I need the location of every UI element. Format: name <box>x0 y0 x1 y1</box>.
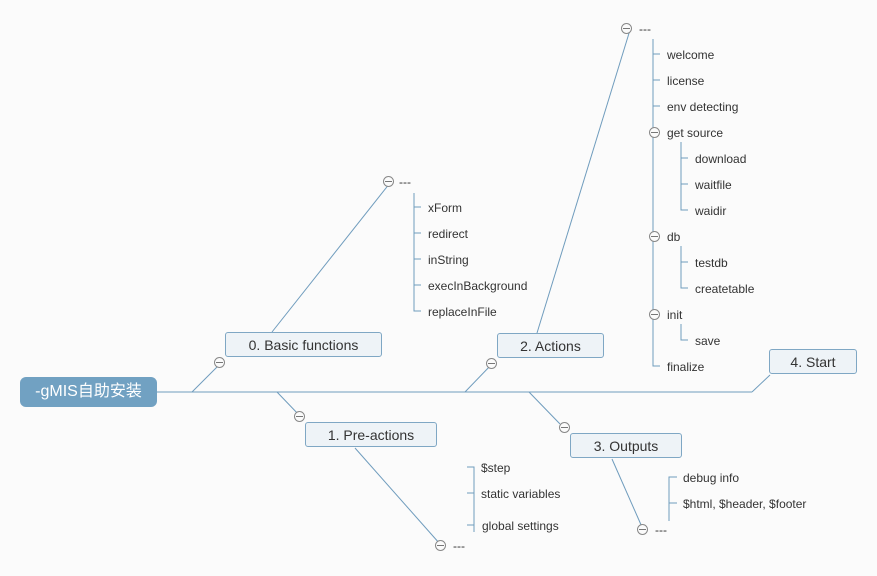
leaf-welcome[interactable]: welcome <box>667 48 714 62</box>
leaf-step[interactable]: $step <box>481 461 510 475</box>
group-label-pre: --- <box>453 539 465 553</box>
leaf-get-source[interactable]: get source <box>667 126 723 140</box>
collapse-actions-group-icon[interactable] <box>621 23 632 34</box>
root-topic[interactable]: -gMIS自助安装 <box>20 377 157 407</box>
leaf-createtable[interactable]: createtable <box>695 282 754 296</box>
leaf-waitfile[interactable]: waitfile <box>695 178 732 192</box>
topic-outputs[interactable]: 3. Outputs <box>570 433 682 458</box>
leaf-finalize[interactable]: finalize <box>667 360 704 374</box>
collapse-outputs-icon[interactable] <box>559 422 570 433</box>
collapse-basic-functions-icon[interactable] <box>214 357 225 368</box>
collapse-pre-actions-icon[interactable] <box>294 411 305 422</box>
collapse-get-source-icon[interactable] <box>649 127 660 138</box>
leaf-testdb[interactable]: testdb <box>695 256 728 270</box>
group-label-actions: --- <box>639 22 651 36</box>
leaf-xform[interactable]: xForm <box>428 201 462 215</box>
leaf-instring[interactable]: inString <box>428 253 469 267</box>
collapse-init-icon[interactable] <box>649 309 660 320</box>
collapse-basic-group-icon[interactable] <box>383 176 394 187</box>
leaf-download[interactable]: download <box>695 152 746 166</box>
leaf-save[interactable]: save <box>695 334 720 348</box>
collapse-actions-icon[interactable] <box>486 358 497 369</box>
leaf-replaceinfile[interactable]: replaceInFile <box>428 305 497 319</box>
topic-pre-actions[interactable]: 1. Pre-actions <box>305 422 437 447</box>
leaf-debug-info[interactable]: debug info <box>683 471 739 485</box>
collapse-db-icon[interactable] <box>649 231 660 242</box>
leaf-global-settings[interactable]: global settings <box>482 519 559 533</box>
leaf-license[interactable]: license <box>667 74 704 88</box>
topic-actions[interactable]: 2. Actions <box>497 333 604 358</box>
leaf-init[interactable]: init <box>667 308 682 322</box>
leaf-execinbackground[interactable]: execInBackground <box>428 279 527 293</box>
leaf-redirect[interactable]: redirect <box>428 227 468 241</box>
leaf-waidir[interactable]: waidir <box>695 204 726 218</box>
collapse-outputs-group-icon[interactable] <box>637 524 648 535</box>
topic-start[interactable]: 4. Start <box>769 349 857 374</box>
leaf-env-detecting[interactable]: env detecting <box>667 100 738 114</box>
group-label-outputs: --- <box>655 523 667 537</box>
leaf-html-header-footer[interactable]: $html, $header, $footer <box>683 497 806 511</box>
group-label-basic: --- <box>399 175 411 189</box>
collapse-pre-group-icon[interactable] <box>435 540 446 551</box>
leaf-db[interactable]: db <box>667 230 680 244</box>
leaf-static-variables[interactable]: static variables <box>481 487 560 501</box>
topic-basic-functions[interactable]: 0. Basic functions <box>225 332 382 357</box>
